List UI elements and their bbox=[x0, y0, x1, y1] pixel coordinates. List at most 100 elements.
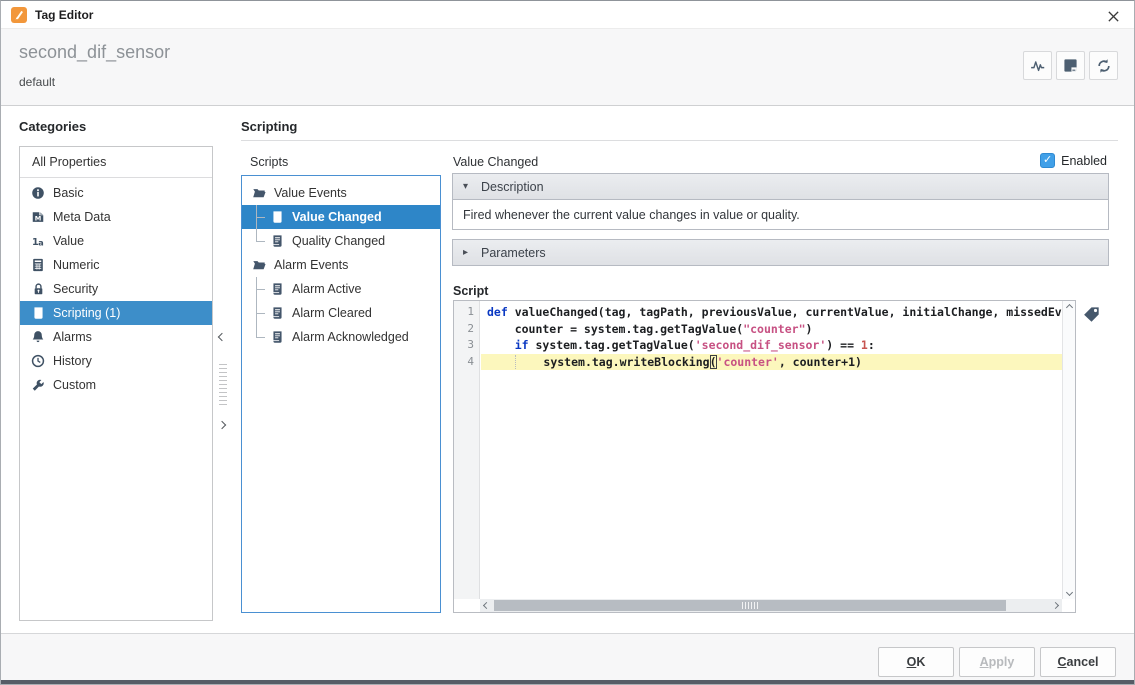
splitter-expand-icon[interactable] bbox=[218, 421, 226, 429]
script-file-icon bbox=[269, 281, 285, 297]
tree-connector bbox=[256, 205, 269, 229]
splitter-grip[interactable] bbox=[219, 364, 227, 406]
code-line-1[interactable]: def valueChanged(tag, tagPath, previousV… bbox=[481, 304, 1062, 321]
category-label: Meta Data bbox=[53, 210, 111, 224]
scroll-left-icon[interactable] bbox=[480, 599, 493, 612]
custom-icon bbox=[30, 377, 46, 393]
tree-item-label: Value Events bbox=[274, 186, 347, 200]
title-bar: Tag Editor bbox=[1, 1, 1134, 29]
scripting-separator bbox=[241, 140, 1118, 141]
scripting-icon bbox=[30, 305, 46, 321]
code-line-4[interactable]: system.tag.writeBlocking('counter', coun… bbox=[481, 354, 1062, 371]
refresh-button[interactable] bbox=[1089, 51, 1118, 80]
text-cursor: ( bbox=[710, 355, 717, 369]
tree-item-label: Quality Changed bbox=[292, 234, 385, 248]
script-file-icon bbox=[269, 329, 285, 345]
categories-heading: Categories bbox=[19, 119, 86, 134]
category-item-history[interactable]: History bbox=[20, 349, 212, 373]
code-token: ) bbox=[806, 322, 813, 336]
category-label: Scripting (1) bbox=[53, 306, 120, 320]
apply-button[interactable]: Apply bbox=[959, 647, 1035, 677]
tree-connector bbox=[256, 325, 269, 349]
category-label: Basic bbox=[53, 186, 84, 200]
refresh-icon bbox=[1096, 58, 1112, 74]
script-editor[interactable]: 1234 def valueChanged(tag, tagPath, prev… bbox=[453, 300, 1076, 613]
window-title: Tag Editor bbox=[35, 8, 93, 22]
vertical-scrollbar bbox=[1062, 301, 1075, 599]
script-file-icon bbox=[269, 233, 285, 249]
alarms-icon bbox=[30, 329, 46, 345]
category-item-all-properties[interactable]: All Properties bbox=[20, 147, 212, 178]
code-token bbox=[487, 338, 515, 352]
description-header-label: Description bbox=[481, 180, 544, 194]
parameters-panel: ▸ Parameters bbox=[452, 239, 1109, 266]
category-item-numeric[interactable]: Numeric bbox=[20, 253, 212, 277]
scripts-tree: Value Events Value Changed Quality Changed… bbox=[241, 175, 441, 613]
triangle-right-icon: ▸ bbox=[463, 247, 473, 258]
tree-item-alarm-events[interactable]: Alarm Events bbox=[242, 253, 440, 277]
category-item-security[interactable]: Security bbox=[20, 277, 212, 301]
code-token bbox=[487, 355, 515, 369]
tree-item-value-events[interactable]: Value Events bbox=[242, 181, 440, 205]
documentation-button[interactable] bbox=[1056, 51, 1085, 80]
description-text: Fired whenever the current value changes… bbox=[452, 200, 1109, 230]
tag-reference-icon[interactable] bbox=[1082, 304, 1102, 324]
category-label: Security bbox=[53, 282, 98, 296]
line-number: 3 bbox=[454, 337, 479, 354]
enabled-checkbox[interactable]: ✓ bbox=[1040, 153, 1055, 168]
tree-item-alarm-active[interactable]: Alarm Active bbox=[242, 277, 440, 301]
code-area[interactable]: def valueChanged(tag, tagPath, previousV… bbox=[481, 301, 1062, 599]
enabled-label: Enabled bbox=[1061, 154, 1107, 168]
description-header[interactable]: ▾ Description bbox=[452, 173, 1109, 200]
footer-buttons: OKApplyCancel bbox=[878, 647, 1116, 677]
close-icon[interactable] bbox=[1104, 7, 1122, 25]
tag-header: second_dif_sensor default bbox=[1, 29, 1134, 106]
horizontal-scroll-thumb[interactable] bbox=[494, 600, 1006, 611]
enabled-checkbox-wrap[interactable]: ✓ Enabled bbox=[1040, 153, 1107, 168]
code-token bbox=[515, 355, 544, 369]
tree-item-value-changed[interactable]: Value Changed bbox=[242, 205, 440, 229]
tree-connector bbox=[256, 301, 269, 325]
code-token: : bbox=[868, 338, 875, 352]
ok-button[interactable]: OK bbox=[878, 647, 954, 677]
code-token: 1 bbox=[861, 338, 868, 352]
code-token: 'counter' bbox=[717, 355, 779, 369]
parameters-header[interactable]: ▸ Parameters bbox=[452, 239, 1109, 266]
code-line-3[interactable]: if system.tag.getTagValue('second_dif_se… bbox=[481, 337, 1062, 354]
tree-connector bbox=[256, 277, 269, 301]
scroll-down-icon[interactable] bbox=[1063, 586, 1076, 599]
tree-item-alarm-acknowledged[interactable]: Alarm Acknowledged bbox=[242, 325, 440, 349]
category-label: Numeric bbox=[53, 258, 100, 272]
tree-item-quality-changed[interactable]: Quality Changed bbox=[242, 229, 440, 253]
cancel-button[interactable]: Cancel bbox=[1040, 647, 1116, 677]
splitter-collapse-icon[interactable] bbox=[218, 333, 226, 341]
category-label: History bbox=[53, 354, 92, 368]
tree-item-alarm-cleared[interactable]: Alarm Cleared bbox=[242, 301, 440, 325]
code-line-2[interactable]: counter = system.tag.getTagValue("counte… bbox=[481, 321, 1062, 338]
folder-open-icon bbox=[251, 257, 267, 273]
category-item-meta-data[interactable]: MMeta Data bbox=[20, 205, 212, 229]
tree-item-label: Alarm Events bbox=[274, 258, 348, 272]
scrollbar-corner bbox=[454, 599, 480, 612]
horizontal-scrollbar bbox=[480, 599, 1062, 612]
info-icon bbox=[30, 185, 46, 201]
scroll-up-icon[interactable] bbox=[1063, 301, 1076, 314]
tree-connector bbox=[256, 229, 269, 253]
diagnostics-pulse-button[interactable] bbox=[1023, 51, 1052, 80]
code-token: counter = system.tag.getTagValue( bbox=[487, 322, 743, 336]
code-token: system.tag.writeBlocking bbox=[543, 355, 709, 369]
category-label: Alarms bbox=[53, 330, 92, 344]
tag-editor-app-icon bbox=[11, 7, 27, 23]
category-item-value[interactable]: 1aValue bbox=[20, 229, 212, 253]
category-item-custom[interactable]: Custom bbox=[20, 373, 212, 397]
tree-item-label: Alarm Acknowledged bbox=[292, 330, 409, 344]
category-item-basic[interactable]: Basic bbox=[20, 181, 212, 205]
category-item-scripting-1[interactable]: Scripting (1) bbox=[20, 301, 212, 325]
code-token: valueChanged(tag, tagPath, previousValue… bbox=[508, 305, 1062, 319]
code-token: if bbox=[515, 338, 529, 352]
scroll-right-icon[interactable] bbox=[1049, 599, 1062, 612]
category-item-alarms[interactable]: Alarms bbox=[20, 325, 212, 349]
svg-text:a: a bbox=[38, 237, 44, 247]
tag-editor-window: Tag Editor second_dif_sensor default Cat… bbox=[0, 0, 1135, 685]
script-file-icon bbox=[269, 305, 285, 321]
